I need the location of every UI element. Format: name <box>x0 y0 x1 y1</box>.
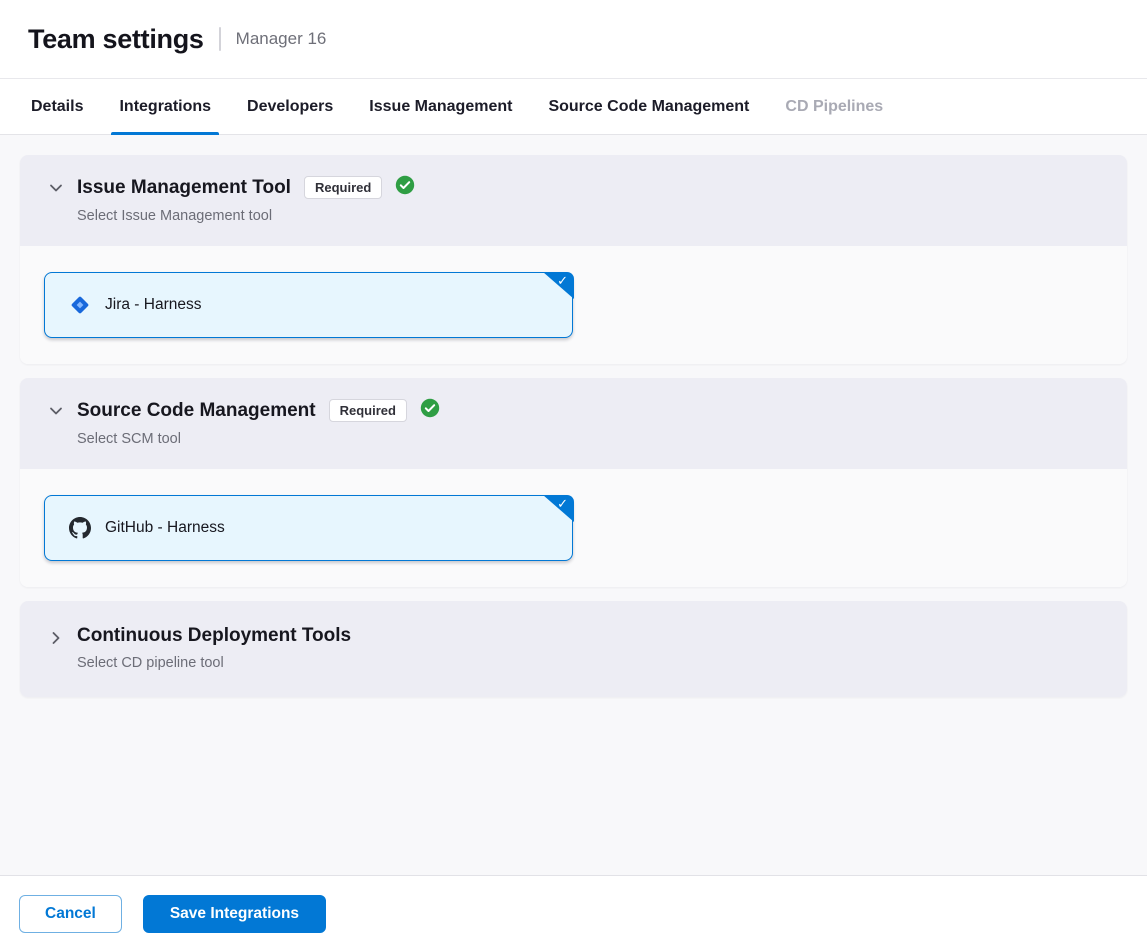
scm-section-body: GitHub - Harness ✓ <box>20 469 1127 587</box>
selected-check-icon: ✓ <box>557 497 568 510</box>
team-settings-page: Team settings Manager 16 Details Integra… <box>0 0 1147 952</box>
section-source-code-management: Source Code Management Required Select S… <box>20 378 1127 587</box>
page-title: Team settings <box>28 24 204 55</box>
success-check-icon <box>420 398 440 423</box>
cancel-button[interactable]: Cancel <box>19 895 122 933</box>
selected-check-icon: ✓ <box>557 274 568 287</box>
issue-management-section-body: Jira - Harness ✓ <box>20 246 1127 364</box>
option-jira-harness[interactable]: Jira - Harness ✓ <box>44 272 573 338</box>
title-divider <box>219 27 221 51</box>
jira-icon <box>69 294 91 316</box>
section-subtitle: Select CD pipeline tool <box>77 655 1103 671</box>
cd-tools-section-header[interactable]: Continuous Deployment Tools Select CD pi… <box>20 601 1127 697</box>
tab-issue-management[interactable]: Issue Management <box>366 79 515 134</box>
page-subtitle: Manager 16 <box>236 29 327 49</box>
section-continuous-deployment-tools: Continuous Deployment Tools Select CD pi… <box>20 601 1127 697</box>
option-github-harness[interactable]: GitHub - Harness ✓ <box>44 495 573 561</box>
tab-details[interactable]: Details <box>28 79 86 134</box>
footer-action-bar: Cancel Save Integrations <box>0 875 1147 952</box>
section-title: Continuous Deployment Tools <box>77 625 351 647</box>
success-check-icon <box>395 175 415 200</box>
section-subtitle: Select Issue Management tool <box>77 208 1103 224</box>
tab-developers[interactable]: Developers <box>244 79 336 134</box>
github-icon <box>69 517 91 539</box>
chevron-right-icon[interactable] <box>48 630 64 646</box>
page-header: Team settings Manager 16 <box>0 0 1147 79</box>
section-subtitle: Select SCM tool <box>77 431 1103 447</box>
issue-management-section-header[interactable]: Issue Management Tool Required Select Is… <box>20 155 1127 246</box>
section-title: Source Code Management <box>77 400 316 422</box>
chevron-down-icon[interactable] <box>48 180 64 196</box>
tab-bar: Details Integrations Developers Issue Ma… <box>0 79 1147 135</box>
integrations-content: Issue Management Tool Required Select Is… <box>0 135 1147 875</box>
section-issue-management-tool: Issue Management Tool Required Select Is… <box>20 155 1127 364</box>
option-label: Jira - Harness <box>105 296 201 314</box>
required-badge: Required <box>304 176 382 199</box>
save-integrations-button[interactable]: Save Integrations <box>143 895 326 933</box>
tab-source-code-management[interactable]: Source Code Management <box>545 79 752 134</box>
required-badge: Required <box>329 399 407 422</box>
section-title: Issue Management Tool <box>77 177 291 199</box>
option-label: GitHub - Harness <box>105 519 225 537</box>
tab-cd-pipelines[interactable]: CD Pipelines <box>782 79 886 134</box>
scm-section-header[interactable]: Source Code Management Required Select S… <box>20 378 1127 469</box>
chevron-down-icon[interactable] <box>48 403 64 419</box>
tab-integrations[interactable]: Integrations <box>116 79 214 134</box>
